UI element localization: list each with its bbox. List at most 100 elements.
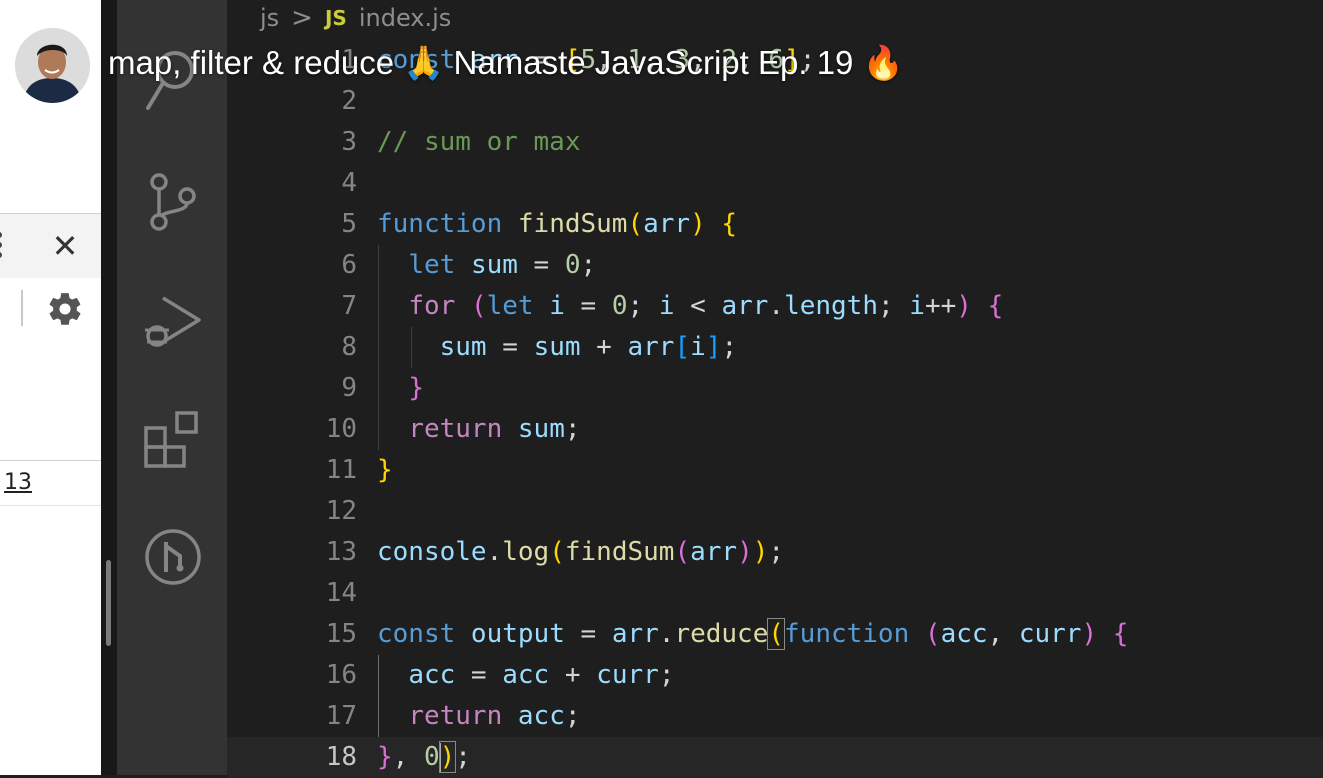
code-text[interactable]: return acc; — [377, 696, 581, 737]
scrollbar-thumb[interactable] — [106, 560, 111, 646]
code-token: . — [768, 291, 785, 321]
code-line[interactable]: 17 return acc; — [227, 696, 1323, 737]
line-number: 14 — [325, 578, 357, 608]
code-token: ; — [627, 291, 659, 321]
code-token: 0 — [564, 250, 581, 280]
code-text[interactable]: sum = sum + arr[i]; — [377, 327, 737, 368]
code-token: ) — [752, 537, 769, 567]
code-line[interactable]: 4 — [227, 163, 1323, 204]
code-token: arr — [643, 209, 691, 239]
code-text[interactable]: return sum; — [377, 409, 580, 450]
code-line[interactable]: 5 function findSum(arr) { — [227, 204, 1323, 245]
code-text[interactable]: } — [377, 450, 393, 491]
code-token: ; — [564, 701, 581, 731]
code-token: ++ — [924, 291, 957, 321]
code-token: = — [564, 619, 612, 649]
git-graph-icon[interactable] — [144, 528, 202, 586]
code-token: ) — [438, 741, 457, 773]
line-number: 3 — [341, 127, 357, 157]
code-token: = — [564, 291, 612, 321]
code-line[interactable]: 7 for (let i = 0; i < arr.length; i++) { — [227, 286, 1323, 327]
code-line[interactable]: 18}, 0); — [227, 737, 1323, 778]
code-text[interactable]: let sum = 0; — [377, 245, 596, 286]
indent-guide — [411, 327, 412, 368]
extensions-icon[interactable] — [143, 410, 203, 470]
code-token: { — [987, 291, 1004, 321]
line-number: 2 — [341, 86, 357, 116]
kebab-menu-icon[interactable] — [0, 232, 4, 262]
code-token: // sum or max — [377, 127, 581, 157]
line-number: 11 — [325, 455, 357, 485]
console-result-value[interactable]: 13 — [4, 470, 32, 495]
code-text[interactable]: const output = arr.reduce(function (acc,… — [377, 614, 1128, 655]
line-number: 15 — [325, 619, 357, 649]
code-token: ] — [705, 332, 722, 362]
code-token: arr — [627, 332, 675, 362]
code-token: = — [455, 660, 503, 690]
code-token: i — [909, 291, 925, 321]
code-token: const — [377, 619, 471, 649]
code-line[interactable]: 8 sum = sum + arr[i]; — [227, 327, 1323, 368]
code-token: i — [549, 291, 565, 321]
code-token: = — [486, 332, 534, 362]
code-text[interactable]: }, 0); — [377, 737, 471, 778]
source-control-icon[interactable] — [147, 172, 199, 234]
code-line[interactable]: 3 // sum or max — [227, 122, 1323, 163]
code-token: < — [674, 291, 722, 321]
breadcrumb-file[interactable]: index.js — [359, 4, 451, 32]
breadcrumb-folder[interactable]: js — [260, 4, 279, 32]
code-line[interactable]: 6 let sum = 0; — [227, 245, 1323, 286]
code-token: ) — [737, 537, 753, 567]
code-text[interactable]: acc = acc + curr; — [377, 655, 674, 696]
indent-guide — [378, 245, 379, 450]
video-title[interactable]: map, filter & reduce 🙏 Namaste JavaScrip… — [108, 44, 904, 83]
code-token: acc — [940, 619, 988, 649]
indent-guide-active — [378, 655, 379, 737]
run-debug-icon[interactable] — [143, 290, 203, 352]
gear-icon[interactable] — [46, 290, 84, 328]
code-token: ; — [658, 660, 675, 690]
code-token: } — [377, 455, 393, 485]
code-line[interactable]: 12 — [227, 491, 1323, 532]
code-line[interactable]: 16 acc = acc + curr; — [227, 655, 1323, 696]
code-line[interactable]: 2 — [227, 81, 1323, 122]
line-number: 7 — [341, 291, 357, 321]
line-number: 8 — [341, 332, 357, 362]
close-icon[interactable]: ✕ — [50, 230, 80, 262]
code-token: ( — [470, 291, 487, 321]
code-text[interactable]: } — [377, 368, 424, 409]
code-token: i — [658, 291, 675, 321]
code-text[interactable]: function findSum(arr) { — [377, 204, 737, 245]
code-line[interactable]: 11} — [227, 450, 1323, 491]
code-token: return — [408, 414, 518, 444]
code-line[interactable]: 15 const output = arr.reduce(function (ac… — [227, 614, 1323, 655]
code-token: arr — [611, 619, 659, 649]
toolbar-divider — [21, 290, 23, 326]
code-text[interactable]: for (let i = 0; i < arr.length; i++) { — [377, 286, 1003, 327]
avatar[interactable] — [15, 28, 90, 103]
code-token: sum — [517, 414, 565, 444]
code-token: console — [377, 537, 487, 567]
code-token: ) — [690, 209, 706, 239]
code-line[interactable]: 10 return sum; — [227, 409, 1323, 450]
breadcrumb: js > JS index.js — [260, 0, 451, 36]
code-token: acc — [517, 701, 565, 731]
code-token: ) — [956, 291, 972, 321]
code-text[interactable]: // sum or max — [377, 122, 581, 163]
code-token: curr — [596, 660, 659, 690]
code-text[interactable]: console.log(findSum(arr)); — [377, 532, 784, 573]
panel-splitter[interactable] — [101, 0, 117, 775]
code-line[interactable]: 14 — [227, 573, 1323, 614]
line-number: 6 — [341, 250, 357, 280]
code-token: arr — [690, 537, 738, 567]
line-number: 10 — [325, 414, 357, 444]
code-line[interactable]: 9 } — [227, 368, 1323, 409]
code-token: length — [784, 291, 878, 321]
code-line[interactable]: 13 console.log(findSum(arr)); — [227, 532, 1323, 573]
code-token: acc — [408, 660, 456, 690]
